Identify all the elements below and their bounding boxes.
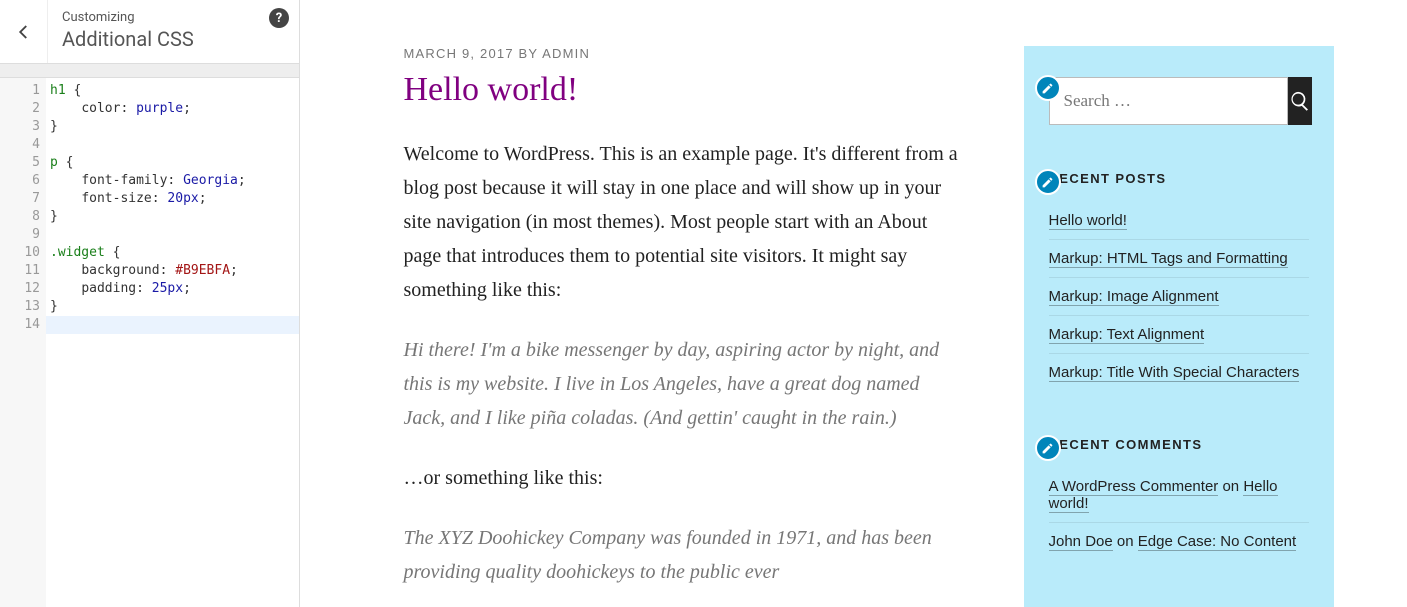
list-item: Hello world! — [1049, 202, 1309, 240]
post-title[interactable]: Hello world! — [404, 71, 964, 109]
help-button[interactable]: ? — [269, 8, 289, 28]
pencil-icon — [1041, 176, 1054, 189]
search-button[interactable] — [1288, 77, 1312, 125]
post-author: ADMIN — [542, 46, 590, 61]
panel-spacer — [0, 64, 299, 78]
sidebar: RECENT POSTS Hello world! Markup: HTML Ta… — [1024, 46, 1334, 607]
list-item: A WordPress Commenter on Hello world! — [1049, 468, 1309, 523]
site-preview: MARCH 9, 2017 BY ADMIN Hello world! Welc… — [300, 0, 1407, 607]
panel-heading: Customizing Additional CSS ? — [48, 0, 299, 63]
code-line[interactable]: padding: 25px; — [46, 280, 299, 298]
post-meta: MARCH 9, 2017 BY ADMIN — [404, 46, 964, 61]
code-line[interactable] — [46, 226, 299, 244]
comment-on-label: on — [1218, 478, 1243, 495]
search-input[interactable] — [1049, 77, 1288, 125]
search-icon — [1289, 90, 1311, 112]
editor-gutter: 1234567891011121314 — [0, 78, 46, 607]
breadcrumb: Customizing — [62, 10, 285, 25]
customizer-panel: Customizing Additional CSS ? 12345678910… — [0, 0, 300, 607]
comment-post-link[interactable]: Edge Case: No Content — [1138, 533, 1296, 551]
code-line[interactable]: h1 { — [46, 82, 299, 100]
widget-recent-posts: RECENT POSTS Hello world! Markup: HTML Ta… — [1049, 171, 1309, 391]
recent-post-link[interactable]: Markup: HTML Tags and Formatting — [1049, 250, 1288, 268]
customizer-header: Customizing Additional CSS ? — [0, 0, 299, 64]
post-date: MARCH 9, 2017 — [404, 46, 514, 61]
code-line[interactable]: background: #B9EBFA; — [46, 262, 299, 280]
comment-author-link[interactable]: John Doe — [1049, 533, 1113, 551]
widget-search — [1049, 77, 1309, 125]
widget-title: RECENT COMMENTS — [1049, 437, 1309, 452]
post-paragraph: …or something like this: — [404, 461, 964, 495]
recent-post-link[interactable]: Markup: Image Alignment — [1049, 288, 1219, 306]
comment-author-link[interactable]: A WordPress Commenter — [1049, 478, 1219, 496]
post: MARCH 9, 2017 BY ADMIN Hello world! Welc… — [404, 46, 964, 607]
code-line[interactable]: color: purple; — [46, 100, 299, 118]
recent-post-link[interactable]: Markup: Title With Special Characters — [1049, 364, 1300, 382]
pencil-icon — [1041, 442, 1054, 455]
list-item: Markup: HTML Tags and Formatting — [1049, 240, 1309, 278]
code-line[interactable]: font-family: Georgia; — [46, 172, 299, 190]
help-icon: ? — [276, 11, 282, 26]
recent-post-link[interactable]: Markup: Text Alignment — [1049, 326, 1205, 344]
pencil-icon — [1041, 82, 1054, 95]
back-button[interactable] — [0, 0, 48, 63]
code-line[interactable]: } — [46, 208, 299, 226]
editor-lines[interactable]: h1 { color: purple;} p { font-family: Geo… — [46, 78, 299, 607]
post-paragraph-quote: The XYZ Doohickey Company was founded in… — [404, 521, 964, 589]
edit-widget-button[interactable] — [1035, 169, 1061, 195]
code-line[interactable]: .widget { — [46, 244, 299, 262]
list-item: Markup: Image Alignment — [1049, 278, 1309, 316]
list-item: Markup: Title With Special Characters — [1049, 354, 1309, 391]
chevron-left-icon — [15, 23, 33, 41]
code-line[interactable]: font-size: 20px; — [46, 190, 299, 208]
css-editor[interactable]: 1234567891011121314 h1 { color: purple;}… — [0, 78, 299, 607]
recent-comments-list: A WordPress Commenter on Hello world!Joh… — [1049, 468, 1309, 560]
code-line[interactable] — [46, 316, 299, 334]
list-item: John Doe on Edge Case: No Content — [1049, 523, 1309, 560]
code-line[interactable]: p { — [46, 154, 299, 172]
edit-widget-button[interactable] — [1035, 75, 1061, 101]
comment-on-label: on — [1113, 533, 1138, 550]
post-by-label: BY — [514, 46, 542, 61]
code-line[interactable] — [46, 136, 299, 154]
post-paragraph-quote: Hi there! I'm a bike messenger by day, a… — [404, 333, 964, 435]
list-item: Markup: Text Alignment — [1049, 316, 1309, 354]
widget-title: RECENT POSTS — [1049, 171, 1309, 186]
code-line[interactable]: } — [46, 298, 299, 316]
code-line[interactable]: } — [46, 118, 299, 136]
recent-post-link[interactable]: Hello world! — [1049, 212, 1127, 230]
edit-widget-button[interactable] — [1035, 435, 1061, 461]
recent-posts-list: Hello world! Markup: HTML Tags and Format… — [1049, 202, 1309, 391]
widget-recent-comments: RECENT COMMENTS A WordPress Commenter on… — [1049, 437, 1309, 560]
panel-title: Additional CSS — [62, 27, 285, 51]
post-paragraph: Welcome to WordPress. This is an example… — [404, 137, 964, 307]
